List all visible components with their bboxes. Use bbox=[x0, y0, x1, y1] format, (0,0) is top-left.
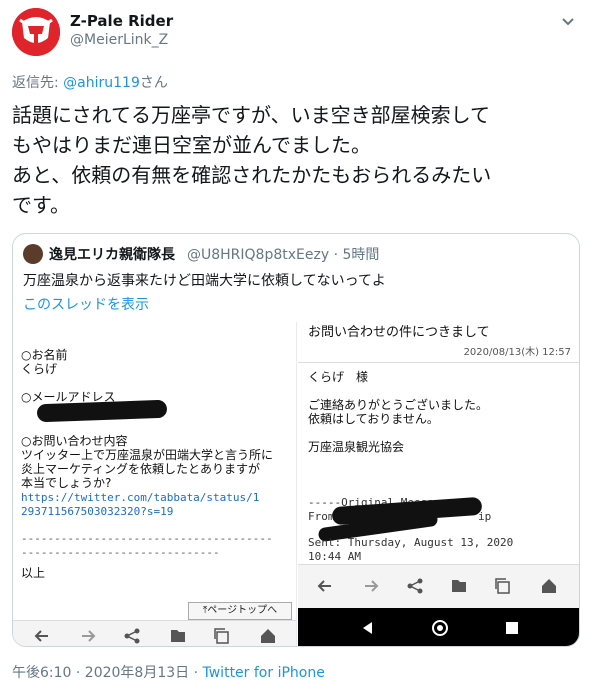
email-body-line-1: ご連絡ありがとうございました。 bbox=[308, 398, 489, 412]
tabs-count-icon[interactable] bbox=[494, 577, 512, 595]
quoted-handle-time: @U8HRIQ8p8txEezy · 5時間 bbox=[187, 247, 380, 263]
divider bbox=[298, 362, 579, 363]
page-top-label: ページトップへ bbox=[207, 605, 278, 616]
separator-line-1: -------------------------------------- bbox=[21, 532, 273, 545]
show-thread-link[interactable]: このスレッドを表示 bbox=[23, 294, 149, 314]
bookmark-star-icon[interactable] bbox=[450, 577, 468, 595]
browser-toolbar bbox=[13, 620, 296, 646]
tweet-text: 話題にされてる万座亭ですが、いま空き部屋検索して もやはりまだ連日空室が並んでま… bbox=[12, 103, 492, 217]
reply-to-line: 返信先: @ahiru119さん bbox=[12, 72, 168, 92]
tweet-url-line-1[interactable]: https://twitter.com/tabbata/status/1 bbox=[21, 491, 259, 505]
inquiry-form-screenshot[interactable]: ○お名前 くらげ ○メールアドレス ○お問い合わせ内容 ツイッター上で万座温泉が… bbox=[13, 322, 297, 646]
tweet-timestamp[interactable]: 午後6:10 · 2020年8月13日 · bbox=[12, 665, 203, 681]
email-signature: 万座温泉観光協会 bbox=[308, 440, 405, 454]
inquiry-label: ○お問い合わせ内容 bbox=[21, 434, 128, 448]
android-home-icon[interactable] bbox=[430, 618, 450, 638]
quoted-tweet[interactable]: 逸見エリカ親衛隊長 @U8HRIQ8p8txEezy · 5時間 万座温泉から返… bbox=[12, 233, 580, 647]
android-back-icon[interactable] bbox=[358, 618, 378, 638]
chevron-down-icon[interactable] bbox=[559, 12, 577, 30]
email-reply-screenshot[interactable]: お問い合わせの件につきまして 2020/08/13(木) 12:57 くらげ 様… bbox=[298, 322, 579, 646]
android-nav-bar bbox=[298, 608, 579, 646]
display-name[interactable]: Z-Pale Rider bbox=[70, 12, 173, 30]
tabs-count-icon[interactable] bbox=[213, 627, 231, 645]
browser-toolbar-right bbox=[298, 564, 579, 608]
reply-to-link[interactable]: @ahiru119 bbox=[63, 75, 140, 91]
page-top-button[interactable]: ⤒ページトップへ bbox=[188, 602, 292, 620]
home-icon[interactable] bbox=[259, 627, 277, 645]
from-suffix: ip bbox=[478, 510, 492, 523]
share-icon[interactable] bbox=[123, 627, 141, 645]
bookmark-star-icon[interactable] bbox=[169, 627, 187, 645]
redaction-scribble bbox=[36, 399, 168, 423]
tweet-footer: 午後6:10 · 2020年8月13日 · Twitter for iPhone bbox=[12, 662, 325, 682]
email-subject: お問い合わせの件につきまして bbox=[308, 325, 490, 340]
avatar[interactable] bbox=[12, 8, 60, 56]
home-icon[interactable] bbox=[540, 577, 558, 595]
helmet-logo-icon bbox=[12, 8, 60, 56]
sent-line: Sent: Thursday, August 13, 2020 bbox=[308, 536, 514, 549]
name-label: ○お名前 bbox=[21, 348, 68, 362]
quoted-display-name: 逸見エリカ親衛隊長 bbox=[49, 247, 175, 263]
sent-time: 10:44 AM bbox=[308, 550, 361, 563]
tweet-url-line-2[interactable]: 293711567503032320?s=19 bbox=[21, 505, 173, 519]
email-body-line-2: 依頼はしておりません。 bbox=[308, 412, 439, 426]
inquiry-line-2: 炎上マーケティングを依頼したとありますが bbox=[21, 462, 261, 476]
android-recents-icon[interactable] bbox=[502, 618, 522, 638]
name-value: くらげ bbox=[21, 362, 58, 376]
email-date: 2020/08/13(木) 12:57 bbox=[463, 347, 571, 358]
reply-to-suffix: さん bbox=[139, 75, 168, 91]
inquiry-line-3: 本当でしょうか? bbox=[21, 476, 112, 490]
reply-to-prefix: 返信先: bbox=[12, 75, 64, 91]
user-handle[interactable]: @MeierLink_Z bbox=[70, 32, 168, 48]
inquiry-line-1: ツイッター上で万座温泉が田端大学と言う所に bbox=[21, 448, 274, 462]
separator-line-2: ------------------------------ bbox=[21, 546, 220, 559]
arrow-left-icon[interactable] bbox=[33, 627, 51, 645]
arrow-left-icon[interactable] bbox=[316, 577, 334, 595]
from-prefix: From bbox=[308, 510, 335, 523]
tweet-source[interactable]: Twitter for iPhone bbox=[203, 665, 325, 681]
end-text: 以上 bbox=[21, 566, 46, 580]
tweet-header: Z-Pale Rider @MeierLink_Z bbox=[0, 0, 591, 60]
quoted-avatar bbox=[23, 244, 43, 264]
email-salutation: くらげ 様 bbox=[308, 370, 369, 384]
quoted-text: 万座温泉から返事来たけど田端大学に依頼してないってよ bbox=[23, 273, 386, 289]
share-icon[interactable] bbox=[406, 577, 424, 595]
arrow-right-icon[interactable] bbox=[79, 627, 97, 645]
arrow-right-icon[interactable] bbox=[362, 577, 380, 595]
